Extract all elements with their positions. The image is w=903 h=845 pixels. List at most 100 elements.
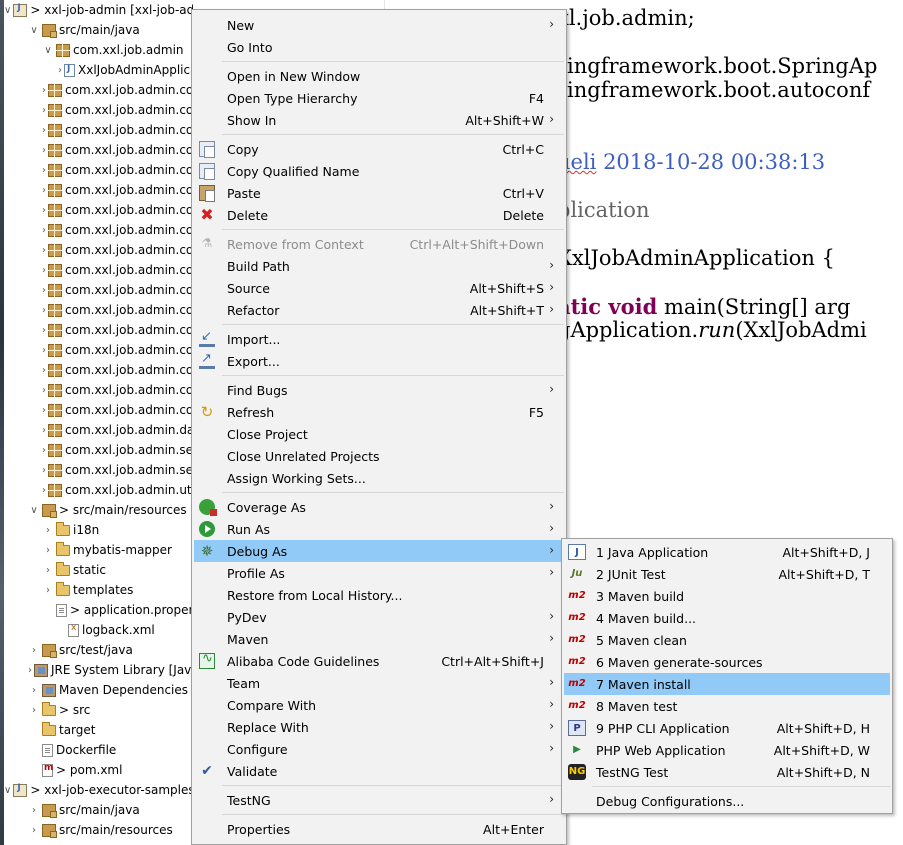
tree-item[interactable]: › Maven Dependencies [4,680,193,700]
menu-item-assign-working-sets[interactable]: Assign Working Sets... [194,467,564,489]
expand-toggle[interactable]: › [42,385,46,396]
expand-toggle[interactable]: › [42,185,46,196]
menu-item-find-bugs[interactable]: Find Bugs › [194,379,564,401]
tree-item[interactable]: › com.xxl.job.admin.core.exception [4,240,193,260]
tree-item[interactable]: target [4,720,193,740]
menu-item-compare-with[interactable]: Compare With › [194,694,564,716]
tree-item[interactable]: › com.xxl.job.admin.core.trigger [4,380,193,400]
menu-item-export[interactable]: Export... [194,350,564,372]
submenu-item-7-maven-install[interactable]: m2 7 Maven install [564,673,890,695]
submenu-item-2-junit-test[interactable]: Ju 2 JUnit Test Alt+Shift+D, T [564,563,890,585]
expand-toggle[interactable]: › [42,465,46,476]
tree-item[interactable]: › com.xxl.job.admin.service.impl [4,460,193,480]
expand-toggle[interactable]: ∨ [4,5,11,16]
tree-item[interactable]: › com.xxl.job.admin.core.complete [4,180,193,200]
submenu-item-testng-test[interactable]: NG TestNG Test Alt+Shift+D, N [564,761,890,783]
tree-item[interactable]: ∨ src/main/java [4,20,193,40]
tree-item[interactable]: › com.xxl.job.admin.core.conf [4,200,193,220]
tree-item[interactable]: › > src [4,700,193,720]
tree-item[interactable]: › JRE System Library [JavaSE-1.8] [4,660,193,680]
tree-item[interactable]: › XxlJobAdminApplication.java [4,60,193,80]
submenu-item-4-maven-build[interactable]: m2 4 Maven build... [564,607,890,629]
menu-item-delete[interactable]: ✖ Delete Delete [194,204,564,226]
submenu-item-9-php-cli-application[interactable]: P 9 PHP CLI Application Alt+Shift+D, H [564,717,890,739]
menu-item-properties[interactable]: Properties Alt+Enter [194,818,564,840]
tree-item[interactable]: › com.xxl.job.admin.core.model [4,260,193,280]
expand-toggle[interactable]: › [42,425,46,436]
submenu-item-5-maven-clean[interactable]: m2 5 Maven clean [564,629,890,651]
menu-item-go-into[interactable]: Go Into [194,36,564,58]
tree-item[interactable]: › com.xxl.job.admin.controller.intercepto… [4,120,193,140]
expand-toggle[interactable]: ∨ [28,505,40,516]
tree-item[interactable]: › com.xxl.job.admin.core.old [4,280,193,300]
expand-toggle[interactable]: ∨ [28,25,40,36]
expand-toggle[interactable]: › [42,365,46,376]
tree-item[interactable]: › src/main/resources [4,820,193,840]
menu-item-replace-with[interactable]: Replace With › [194,716,564,738]
tree-item[interactable]: › com.xxl.job.admin.controller.resolver [4,140,193,160]
menu-item-refresh[interactable]: ↻ Refresh F5 [194,401,564,423]
menu-item-new[interactable]: New › [194,14,564,36]
menu-item-run-as[interactable]: Run As › [194,518,564,540]
expand-toggle[interactable]: › [28,665,32,676]
tree-item[interactable]: › templates [4,580,193,600]
menu-item-maven[interactable]: Maven › [194,628,564,650]
expand-toggle[interactable]: ∨ [42,45,54,56]
tree-item[interactable]: › com.xxl.job.admin.core.util [4,400,193,420]
menu-item-open-type-hierarchy[interactable]: Open Type Hierarchy F4 [194,87,564,109]
expand-toggle[interactable]: › [42,405,46,416]
expand-toggle[interactable]: › [28,705,40,716]
menu-item-team[interactable]: Team › [194,672,564,694]
menu-item-restore-from-local-history[interactable]: Restore from Local History... [194,584,564,606]
tree-item[interactable]: ∨ > xxl-job-executor-samples [4,780,193,800]
tree-item[interactable]: › com.xxl.job.admin.core.cron [4,220,193,240]
tree-item[interactable]: › com.xxl.job.admin.dao [4,420,193,440]
expand-toggle[interactable]: › [42,205,46,216]
menu-item-copy[interactable]: Copy Ctrl+C [194,138,564,160]
menu-item-build-path[interactable]: Build Path › [194,255,564,277]
tree-item[interactable]: logback.xml [4,620,193,640]
submenu-item-1-java-application[interactable]: J 1 Java Application Alt+Shift+D, J [564,541,890,563]
expand-toggle[interactable]: › [42,525,54,536]
expand-toggle[interactable]: › [42,325,46,336]
expand-toggle[interactable]: ∨ [4,785,11,796]
submenu-item-6-maven-generate-sources[interactable]: m2 6 Maven generate-sources [564,651,890,673]
menu-item-debug-as[interactable]: ✵ Debug As › [194,540,564,562]
tree-item[interactable]: › static [4,560,193,580]
tree-item[interactable]: › com.xxl.job.admin.controller [4,80,193,100]
expand-toggle[interactable]: › [42,145,46,156]
menu-item-close-project[interactable]: Close Project [194,423,564,445]
expand-toggle[interactable]: › [42,105,46,116]
submenu-item-debug-configurations[interactable]: Debug Configurations... [564,790,890,812]
submenu-item-3-maven-build[interactable]: m2 3 Maven build [564,585,890,607]
submenu-item-php-web-application[interactable]: ▶ PHP Web Application Alt+Shift+D, W [564,739,890,761]
menu-item-close-unrelated-projects[interactable]: Close Unrelated Projects [194,445,564,467]
expand-toggle[interactable]: › [28,805,40,816]
menu-item-pydev[interactable]: PyDev › [194,606,564,628]
menu-item-refactor[interactable]: Refactor Alt+Shift+T › [194,299,564,321]
menu-item-profile-as[interactable]: Profile As › [194,562,564,584]
tree-item[interactable]: › mybatis-mapper [4,540,193,560]
tree-item[interactable]: › com.xxl.job.admin.core.scheduler [4,340,193,360]
tree-item[interactable]: › com.xxl.job.admin.core.route.strategy [4,320,193,340]
tree-item[interactable]: › com.xxl.job.admin.core.route [4,300,193,320]
tree-item[interactable]: ∨ > xxl-job-admin [xxl-job-admin [4,0,193,20]
menu-item-import[interactable]: Import... [194,328,564,350]
expand-toggle[interactable]: › [42,125,46,136]
menu-item-open-in-new-window[interactable]: Open in New Window [194,65,564,87]
tree-item[interactable]: › i18n [4,520,193,540]
expand-toggle[interactable]: › [42,245,46,256]
menu-item-validate[interactable]: ✔ Validate [194,760,564,782]
tree-item[interactable]: ∨ > src/main/resources [4,500,193,520]
submenu-item-8-maven-test[interactable]: m2 8 Maven test [564,695,890,717]
expand-toggle[interactable]: › [42,585,54,596]
menu-item-alibaba-code-guidelines[interactable]: Alibaba Code Guidelines Ctrl+Alt+Shift+J [194,650,564,672]
expand-toggle[interactable]: › [28,825,40,836]
menu-item-source[interactable]: Source Alt+Shift+S › [194,277,564,299]
expand-toggle[interactable]: › [42,165,46,176]
tree-item[interactable]: › com.xxl.job.admin.util [4,480,193,500]
menu-item-testng[interactable]: TestNG › [194,789,564,811]
expand-toggle[interactable]: › [28,685,40,696]
tree-item[interactable]: › src/main/java [4,800,193,820]
tree-item[interactable]: › com.xxl.job.admin.core.alarm [4,160,193,180]
